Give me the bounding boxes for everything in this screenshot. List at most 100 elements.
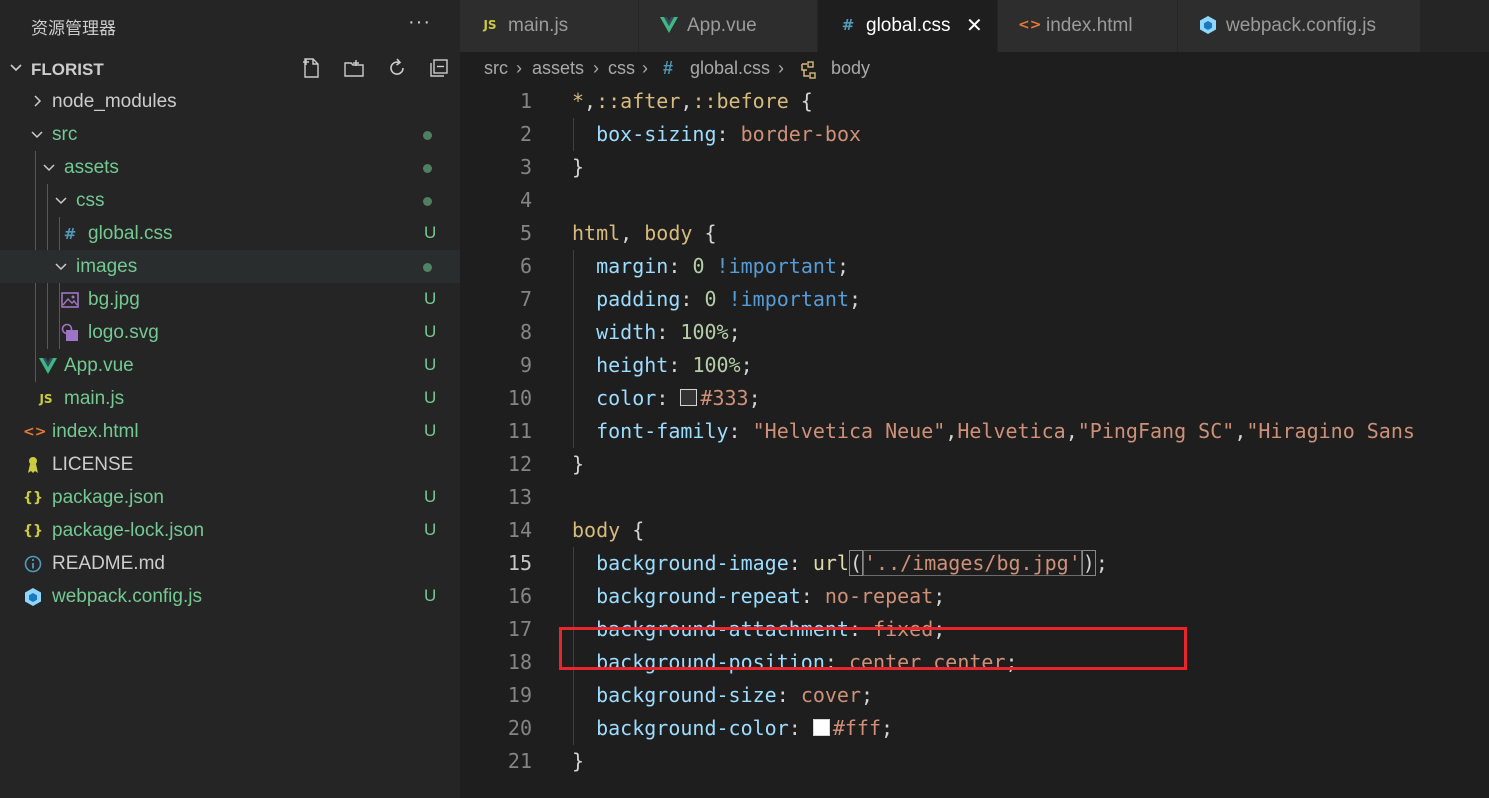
tree-item-label: bg.jpg [88,289,140,310]
paren-open: ( [848,550,864,576]
line-number: 1 [519,89,532,113]
json-file-icon: {} [23,490,43,506]
modified-dot [423,197,432,206]
breadcrumb-item[interactable]: src [484,58,508,79]
semicolon: ; [881,716,894,740]
colon: : [800,584,825,608]
more-actions-icon[interactable]: ··· [408,11,431,34]
property: background-image [596,551,789,575]
webpack-file-icon [25,588,41,606]
code-editor[interactable]: 1 2 3 4 5 6 7 8 9 10 11 12 13 14 15 16 1… [460,85,1489,798]
breadcrumb-item[interactable]: assets [532,58,584,79]
tree-item-global-css[interactable]: # global.css U [0,217,460,250]
value: "Helvetica Neue" [752,419,946,443]
property: padding [596,287,681,311]
colon: : [788,551,813,575]
editor-area: JS main.js App.vue # global.css ✕ <> ind… [460,0,1489,798]
code-line: height: 100%; [572,349,753,382]
tree-item-index-html[interactable]: <> index.html U [0,415,460,448]
tab-main-js[interactable]: JS main.js [460,0,639,52]
new-file-icon[interactable] [301,57,323,79]
line-number: 9 [519,353,532,377]
chevron-down-icon [55,197,67,205]
tree-item-css[interactable]: css [0,184,460,217]
value: border-box [740,122,862,146]
untracked-badge: U [424,355,437,374]
info-icon [24,555,42,573]
modified-dot [423,131,432,140]
value: Helvetica [957,419,1066,443]
image-file-icon [61,292,79,308]
tree-item-license[interactable]: LICENSE [0,448,460,481]
tab-label: global.css [866,15,951,36]
tree-item-package-json[interactable]: {} package.json U [0,481,460,514]
property: width [596,320,657,344]
tree-item-bg-jpg[interactable]: bg.jpg U [0,283,460,316]
code-line: font-family: "Helvetica Neue",Helvetica,… [572,415,1415,448]
tree-item-label: webpack.config.js [52,586,202,607]
tree-item-readme[interactable]: README.md [0,547,460,580]
tree-item-webpack-config[interactable]: webpack.config.js U [0,580,460,613]
untracked-badge: U [424,223,437,242]
color-swatch[interactable] [680,389,698,406]
tree-item-main-js[interactable]: JS main.js U [0,382,460,415]
colon: : [716,122,741,146]
tree-item-src[interactable]: src [0,118,460,151]
brace: } [572,749,585,773]
tree-item-images[interactable]: images [0,250,460,283]
code-line: } [572,151,584,184]
line-number: 17 [507,617,532,641]
property: background-repeat [596,584,801,608]
tree-item-label: main.js [64,388,125,409]
line-number: 5 [519,221,532,245]
tree-item-label: package.json [52,487,164,508]
breadcrumb-item[interactable]: body [831,58,870,79]
line-number: 4 [519,188,532,212]
tab-label: index.html [1046,15,1133,36]
semicolon: ; [740,353,753,377]
tree-item-assets[interactable]: assets [0,151,460,184]
chevron-down-icon[interactable] [8,60,24,76]
color-swatch[interactable] [812,719,830,736]
new-folder-icon[interactable] [343,57,365,79]
tab-app-vue[interactable]: App.vue [639,0,818,52]
punctuation: , [584,89,597,113]
property: margin [596,254,669,278]
line-number: 20 [507,716,532,740]
tab-global-css[interactable]: # global.css ✕ [818,0,998,52]
tree-item-package-lock-json[interactable]: {} package-lock.json U [0,514,460,547]
property: background-size [596,683,777,707]
close-icon[interactable]: ✕ [966,13,983,38]
brace: { [692,221,717,245]
value: "PingFang SC" [1077,419,1235,443]
tree-item-label: package-lock.json [52,520,205,541]
colon: : [728,419,753,443]
collapse-all-icon[interactable] [428,57,450,79]
project-header[interactable]: FLORIST [0,52,460,85]
modified-dot [423,164,432,173]
chevron-down-icon [55,263,67,271]
line-number: 11 [507,419,532,443]
tree-item-node-modules[interactable]: node_modules [0,85,460,118]
chevron-down-icon [31,131,43,139]
brace: } [572,452,585,476]
comma: , [945,419,958,443]
code-line: } [572,448,584,481]
semicolon: ; [1095,551,1108,575]
semicolon: ; [861,683,874,707]
colon: : [656,320,681,344]
paren-close: ) [1081,550,1096,576]
css-file-icon: # [63,225,77,243]
tab-index-html[interactable]: <> index.html [998,0,1178,52]
breadcrumb-item[interactable]: global.css [690,58,770,79]
tab-webpack-config[interactable]: webpack.config.js [1178,0,1421,52]
breadcrumb-item[interactable]: css [608,58,635,79]
important-keyword: !important [704,254,837,278]
breadcrumb: src › assets › css › # global.css › body [460,52,1489,86]
tree-item-logo-svg[interactable]: logo.svg U [0,316,460,349]
refresh-icon[interactable] [386,57,408,79]
semicolon: ; [836,254,849,278]
property: background-color [596,716,789,740]
tree-item-app-vue[interactable]: App.vue U [0,349,460,382]
untracked-badge: U [424,322,437,341]
